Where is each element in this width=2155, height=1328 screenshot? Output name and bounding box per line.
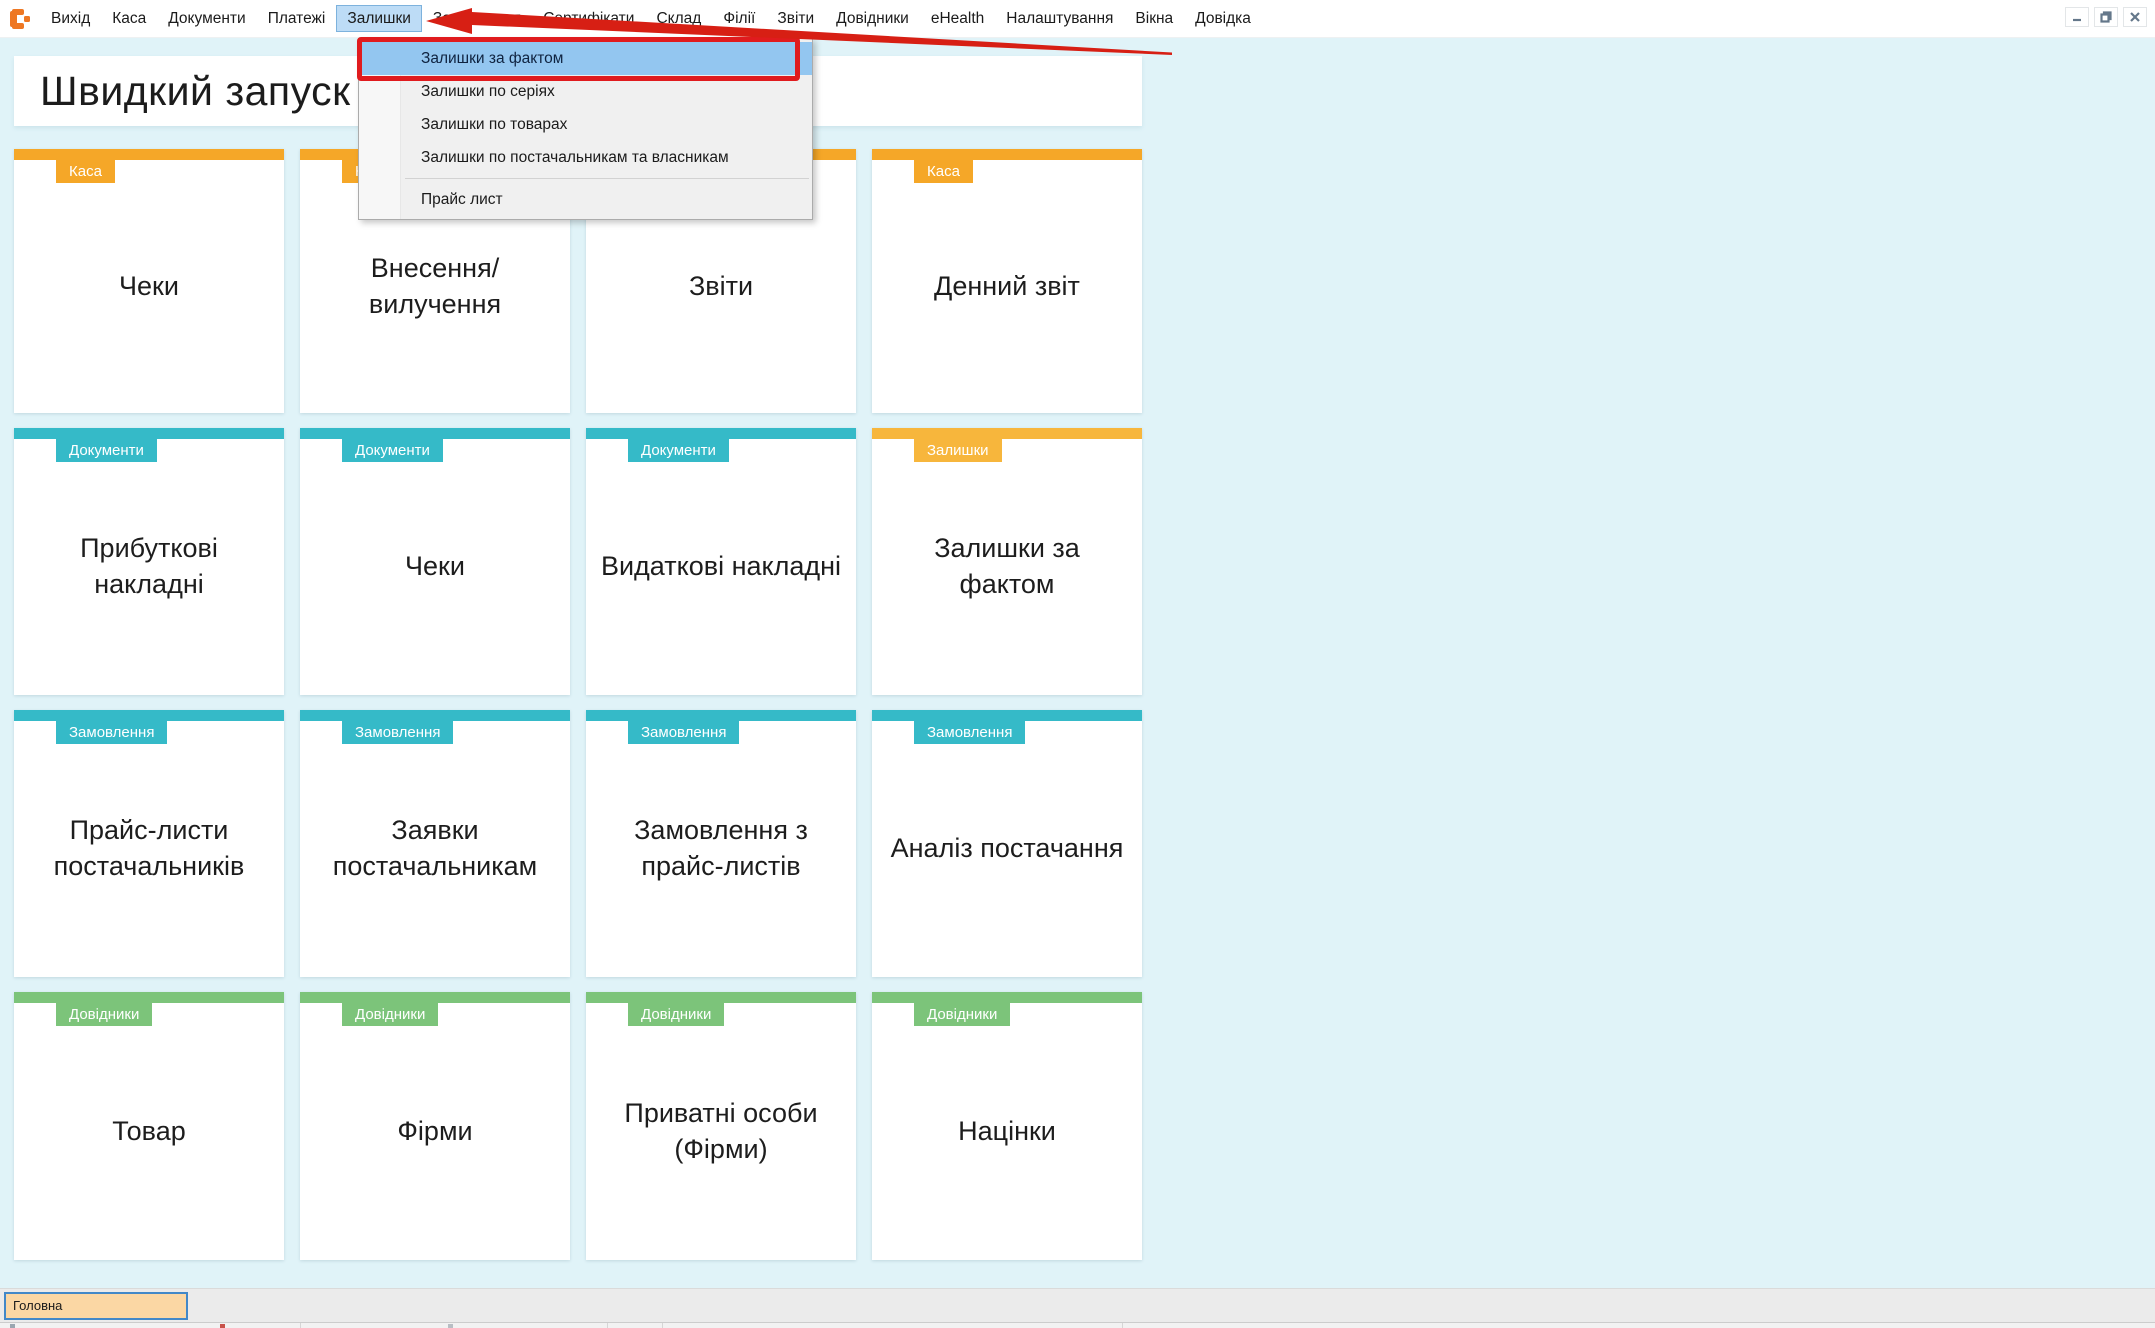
dropdown-item-prais-lyst[interactable]: Прайс лист xyxy=(359,183,812,216)
tile-natsinky[interactable]: Довідники Націнки xyxy=(872,992,1142,1260)
app-logo-icon xyxy=(8,7,32,31)
menu-item-dokumenty[interactable]: Документи xyxy=(157,5,256,32)
menu-item-dovidnyky[interactable]: Довідники xyxy=(825,5,920,32)
close-button[interactable] xyxy=(2123,7,2147,27)
tile-color-bar xyxy=(586,428,856,439)
restore-button[interactable] xyxy=(2094,7,2118,27)
tile-pryvatni-osoby-firmy[interactable]: Довідники Приватні особи (Фірми) xyxy=(586,992,856,1260)
tile-color-bar xyxy=(14,992,284,1003)
tile-label: Залишки за фактом xyxy=(872,439,1142,695)
tile-color-bar xyxy=(300,428,570,439)
bottom-strip xyxy=(0,1322,2155,1328)
menu-item-dovidka[interactable]: Довідка xyxy=(1184,5,1262,32)
tile-tovar[interactable]: Довідники Товар xyxy=(14,992,284,1260)
tile-color-bar xyxy=(872,428,1142,439)
menu-bar: Вихід Каса Документи Платежі Залишки Зам… xyxy=(0,0,2155,38)
menu-item-sertyfikaty[interactable]: Сертифікати xyxy=(532,5,645,32)
tile-label: Замовлення з прайс-листів xyxy=(586,721,856,977)
tile-vydatkovi-nakladni[interactable]: Документи Видаткові накладні xyxy=(586,428,856,695)
tile-label: Фірми xyxy=(300,1003,570,1260)
tile-cheky-dokumenty[interactable]: Документи Чеки xyxy=(300,428,570,695)
tile-label: Заявки постачальникам xyxy=(300,721,570,977)
tile-firmy[interactable]: Довідники Фірми xyxy=(300,992,570,1260)
tile-label: Денний звіт xyxy=(872,160,1142,413)
tab-holovna[interactable]: Головна xyxy=(4,1292,188,1320)
tile-color-bar xyxy=(14,710,284,721)
menu-item-nalashtuvannia[interactable]: Налаштування xyxy=(995,5,1124,32)
tile-prybutkovi-nakladni[interactable]: Документи Прибуткові накладні xyxy=(14,428,284,695)
menu-item-ehealth[interactable]: eHealth xyxy=(920,5,995,32)
menu-item-vikna[interactable]: Вікна xyxy=(1124,5,1184,32)
minimize-button[interactable] xyxy=(2065,7,2089,27)
tile-label: Чеки xyxy=(300,439,570,695)
menu-item-zvity[interactable]: Звіти xyxy=(766,5,825,32)
tile-color-bar xyxy=(872,149,1142,160)
tile-color-bar xyxy=(300,710,570,721)
menu-item-zamovlennia[interactable]: Замовлення xyxy=(422,5,532,32)
tile-color-bar xyxy=(586,710,856,721)
menu-item-vykhid[interactable]: Вихід xyxy=(40,5,101,32)
tile-label: Прайс-листи постачальників xyxy=(14,721,284,977)
tile-color-bar xyxy=(14,149,284,160)
dropdown-separator xyxy=(405,178,809,179)
menu: Вихід Каса Документи Платежі Залишки Зам… xyxy=(40,5,1262,32)
dropdown-item-zalyshky-za-faktom[interactable]: Залишки за фактом xyxy=(359,42,812,75)
tile-dennyi-zvit[interactable]: Каса Денний звіт xyxy=(872,149,1142,413)
tile-zaiavky-postachalnykam[interactable]: Замовлення Заявки постачальникам xyxy=(300,710,570,977)
tile-analiz-postachannia[interactable]: Замовлення Аналіз постачання xyxy=(872,710,1142,977)
dropdown-item-zalyshky-po-tovarakh[interactable]: Залишки по товарах xyxy=(359,108,812,141)
window-controls xyxy=(2065,7,2147,27)
dropdown-item-zalyshky-po-postachalnykam[interactable]: Залишки по постачальникам та власникам xyxy=(359,141,812,174)
tile-label: Прибуткові накладні xyxy=(14,439,284,695)
tile-zamovlennia-z-prais-lystiv[interactable]: Замовлення Замовлення з прайс-листів xyxy=(586,710,856,977)
tile-prais-lysty-postachalnykiv[interactable]: Замовлення Прайс-листи постачальників xyxy=(14,710,284,977)
status-bar: Головна xyxy=(0,1288,2155,1322)
dropdown-item-zalyshky-po-seriiakh[interactable]: Залишки по серіях xyxy=(359,75,812,108)
quick-launch-grid: Каса Чеки Каса Внесення/вилучення Каса З… xyxy=(14,149,1142,1260)
tile-label: Чеки xyxy=(14,160,284,413)
tile-label: Аналіз постачання xyxy=(872,721,1142,977)
tile-label: Товар xyxy=(14,1003,284,1260)
tile-color-bar xyxy=(14,428,284,439)
tile-color-bar xyxy=(586,992,856,1003)
tile-cheky-kasa[interactable]: Каса Чеки xyxy=(14,149,284,413)
menu-item-zalyshky[interactable]: Залишки xyxy=(336,5,422,32)
menu-item-platezhi[interactable]: Платежі xyxy=(257,5,337,32)
menu-item-filii[interactable]: Філії xyxy=(712,5,766,32)
zalyshky-dropdown-menu: Залишки за фактом Залишки по серіях Зали… xyxy=(358,38,813,220)
tile-color-bar xyxy=(872,992,1142,1003)
tile-color-bar xyxy=(300,992,570,1003)
tile-label: Приватні особи (Фірми) xyxy=(586,1003,856,1260)
page-title: Швидкий запуск xyxy=(14,68,351,115)
tile-color-bar xyxy=(872,710,1142,721)
tile-label: Націнки xyxy=(872,1003,1142,1260)
dropdown-item-label: Залишки за фактом xyxy=(421,50,563,67)
tile-zalyshky-za-faktom[interactable]: Залишки Залишки за фактом xyxy=(872,428,1142,695)
tile-label: Видаткові накладні xyxy=(586,439,856,695)
menu-item-sklad[interactable]: Склад xyxy=(645,5,712,32)
menu-item-kasa[interactable]: Каса xyxy=(101,5,157,32)
